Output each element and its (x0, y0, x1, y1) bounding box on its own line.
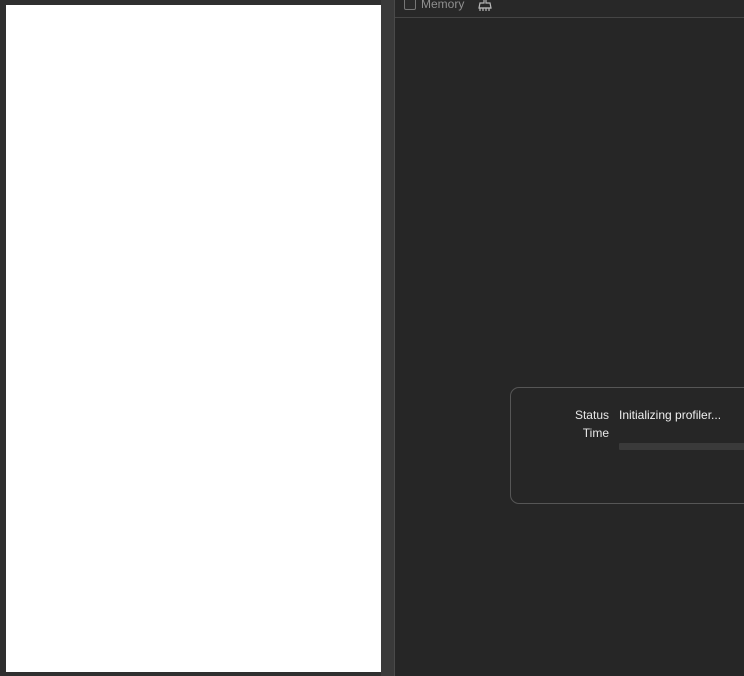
status-value: Initializing profiler... (619, 408, 722, 422)
profiler-window: Memory Status Initializing profiler... T… (0, 0, 744, 676)
memory-checkbox[interactable] (404, 0, 416, 10)
pane-gutter (381, 0, 394, 676)
profiler-status-card: Status Initializing profiler... Time (510, 387, 744, 504)
blank-viewport (6, 5, 381, 672)
time-label: Time (582, 426, 609, 440)
memory-label: Memory (421, 0, 465, 11)
profiler-panel: Memory Status Initializing profiler... T… (395, 0, 744, 676)
profiler-progress-bar (619, 443, 744, 450)
preview-pane (0, 0, 394, 676)
profiler-toolbar: Memory (395, 0, 744, 18)
broom-icon[interactable] (477, 0, 493, 12)
status-label: Status (574, 408, 609, 422)
